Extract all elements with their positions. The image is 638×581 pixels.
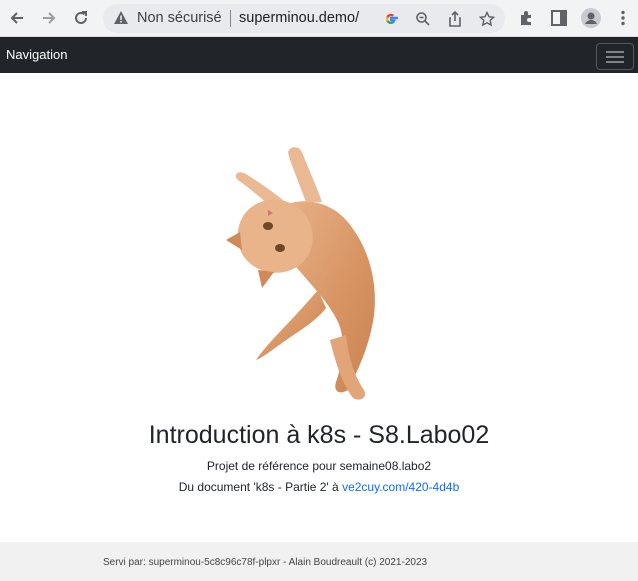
zoom-icon[interactable]	[414, 10, 432, 28]
profile-icon[interactable]	[581, 8, 601, 28]
footer: Servi par: superminou-5c8c96c78f-plpxr -…	[0, 542, 638, 581]
separator	[230, 10, 231, 27]
extensions-icon[interactable]	[517, 8, 537, 28]
page-title: Introduction à k8s - S8.Labo02	[148, 421, 490, 449]
cat-image	[218, 140, 408, 405]
back-arrow-icon[interactable]	[6, 7, 28, 29]
document-line: Du document 'k8s - Partie 2' à ve2cuy.co…	[0, 480, 638, 494]
google-icon[interactable]	[382, 10, 400, 28]
site-navbar: Navigation	[0, 37, 638, 73]
subtitle: Projet de référence pour semaine08.labo2	[206, 459, 432, 473]
menu-dots-icon[interactable]	[613, 8, 633, 28]
side-panel-icon[interactable]	[549, 8, 569, 28]
document-link[interactable]: ve2cuy.com/420-4d4b	[342, 480, 459, 494]
navbar-brand[interactable]: Navigation	[6, 47, 67, 62]
document-prefix: Du document 'k8s - Partie 2' à	[178, 480, 343, 494]
bookmark-star-icon[interactable]	[478, 10, 496, 28]
footer-text: Servi par: superminou-5c8c96c78f-plpxr -…	[103, 557, 428, 568]
security-label[interactable]: Non sécurisé	[137, 10, 222, 26]
browser-toolbar: Non sécurisé superminou.demo/	[0, 0, 638, 37]
warning-icon[interactable]	[113, 10, 129, 31]
address-bar[interactable]: Non sécurisé superminou.demo/	[103, 4, 505, 33]
hamburger-menu-icon[interactable]	[596, 43, 634, 70]
forward-arrow-icon[interactable]	[38, 7, 60, 29]
reload-icon[interactable]	[70, 7, 92, 29]
share-icon[interactable]	[446, 10, 464, 28]
url-text[interactable]: superminou.demo/	[239, 10, 359, 26]
